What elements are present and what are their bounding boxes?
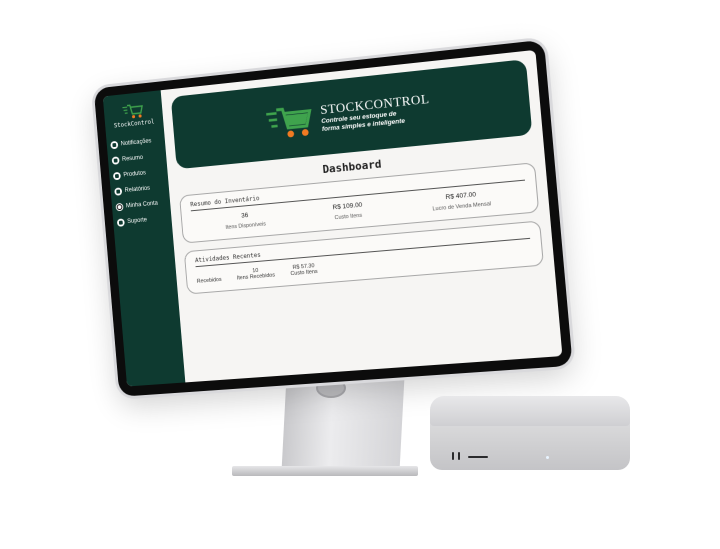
app-screen: StockControl Notificações Resumo Produto… bbox=[103, 50, 563, 387]
support-icon bbox=[117, 218, 125, 226]
power-indicator-light bbox=[546, 456, 549, 459]
recent-label: Custo Itens bbox=[290, 269, 318, 277]
bell-icon bbox=[110, 141, 118, 150]
shopping-cart-icon bbox=[122, 102, 144, 120]
user-icon bbox=[115, 203, 123, 211]
shopping-cart-icon bbox=[265, 102, 315, 140]
stat-item-cost: R$ 109.00 Custo Itens bbox=[332, 202, 363, 222]
recent-items-cost: R$ 57.30 Custo Itens bbox=[290, 263, 318, 277]
monitor-stand-base bbox=[232, 466, 418, 476]
sidebar-logo-text: StockControl bbox=[114, 118, 155, 129]
computer-unit-top bbox=[430, 396, 630, 426]
stat-monthly-profit: R$ 407.00 Lucro de Venda Mensal bbox=[431, 190, 491, 213]
stat-label: Lucro de Venda Mensal bbox=[432, 201, 491, 212]
recent-label: Itens Recebidos bbox=[237, 272, 276, 281]
stat-available-items: 36 Itens Disponíveis bbox=[224, 211, 266, 231]
recent-items-received: 10 Itens Recebidos bbox=[236, 266, 275, 281]
sidebar-item-label: Produtos bbox=[123, 170, 146, 178]
usb-port bbox=[452, 452, 454, 460]
sidebar-item-label: Notificações bbox=[121, 138, 152, 147]
sidebar-item-suporte[interactable]: Suporte bbox=[113, 212, 152, 231]
stat-value: R$ 109.00 bbox=[332, 202, 362, 212]
page-title: Dashboard bbox=[322, 157, 382, 176]
stat-value: R$ 407.00 bbox=[445, 191, 476, 201]
report-icon bbox=[114, 187, 122, 195]
sd-card-slot bbox=[468, 456, 488, 458]
sidebar-logo[interactable]: StockControl bbox=[104, 100, 164, 130]
usb-port bbox=[458, 452, 460, 460]
sidebar-item-label: Relatórios bbox=[125, 186, 151, 194]
monitor-bezel: StockControl Notificações Resumo Produto… bbox=[94, 40, 573, 397]
box-icon bbox=[113, 172, 121, 180]
stat-label: Itens Disponíveis bbox=[225, 221, 266, 231]
stat-label: Custo Itens bbox=[334, 213, 362, 221]
banner-text: STOCKCONTROL Controle seu estoque de for… bbox=[320, 91, 432, 134]
stat-value: 36 bbox=[241, 212, 249, 220]
sidebar-item-label: Suporte bbox=[127, 217, 147, 225]
recent-row-label: Recebidos bbox=[197, 277, 222, 285]
main-content: STOCKCONTROL Controle seu estoque de for… bbox=[161, 50, 563, 383]
monitor: StockControl Notificações Resumo Produto… bbox=[0, 0, 720, 549]
header-banner: STOCKCONTROL Controle seu estoque de for… bbox=[171, 59, 533, 169]
sidebar-item-label: Resumo bbox=[122, 155, 143, 163]
sidebar-item-label: Minha Conta bbox=[126, 201, 158, 210]
summary-icon bbox=[112, 156, 120, 164]
